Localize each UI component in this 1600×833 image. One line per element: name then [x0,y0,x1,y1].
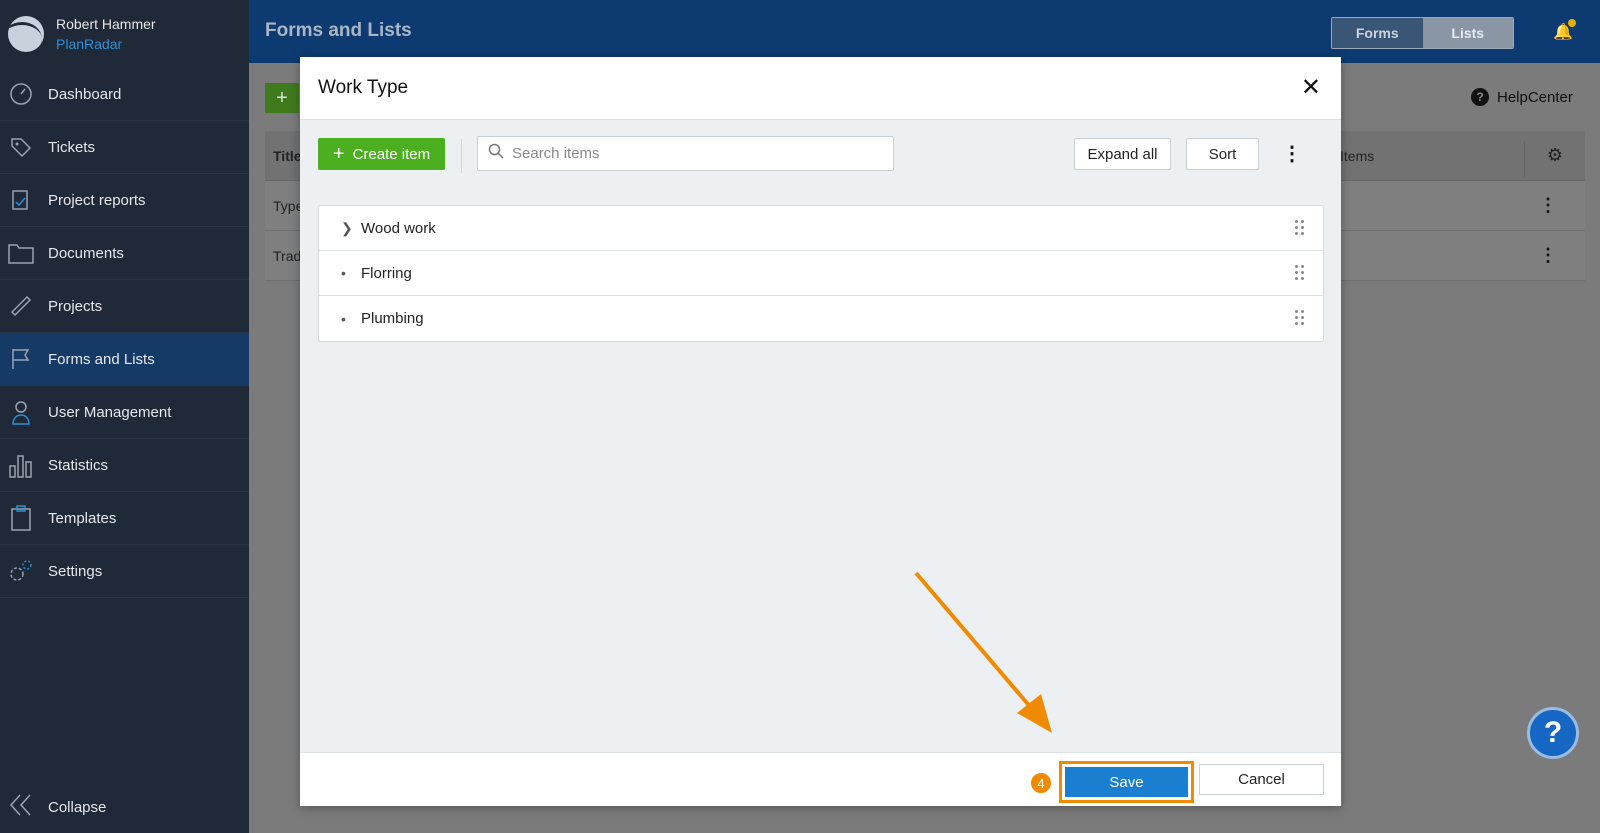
sidebar-item-label: Tickets [48,138,95,156]
sidebar-item-label: User Management [48,403,172,421]
item-label: Wood work [361,219,436,237]
bar-chart-icon [8,452,34,478]
sidebar-item-tickets[interactable]: Tickets [0,121,249,174]
drag-handle-icon[interactable] [1295,220,1305,236]
item-label: Plumbing [361,310,424,327]
create-item-button[interactable]: + Create item [318,138,445,170]
row-menu-icon[interactable]: ⋮ [1539,195,1557,216]
chevron-right-icon[interactable]: ❯ [341,220,361,237]
question-icon: ? [1471,88,1489,106]
bullet-icon: • [341,265,346,281]
item-label: Florring [361,264,412,282]
ticket-icon [8,134,34,160]
flag-icon [8,346,34,372]
close-icon[interactable]: ✕ [1301,73,1321,102]
sidebar-item-label: Settings [48,562,103,580]
top-bar: Forms and Lists Forms Lists 🔔 [249,0,1600,63]
notification-badge [1568,19,1576,27]
sidebar-item-forms-and-lists[interactable]: Forms and Lists [0,333,249,386]
sidebar-item-label: Forms and Lists [48,350,155,368]
sidebar-item-label: Documents [48,244,124,262]
gear-icon [8,558,34,584]
sidebar-item-statistics[interactable]: Statistics [0,439,249,492]
work-type-modal: Work Type ✕ + Create item Expand all Sor… [300,57,1341,806]
double-chevron-left-icon [8,793,34,821]
sidebar-item-label: Project reports [48,191,146,209]
page-title: Forms and Lists [265,20,412,41]
user-profile[interactable]: Robert Hammer PlanRadar [0,0,249,68]
collapse-button[interactable]: Collapse [8,793,106,821]
clipboard-icon [8,505,34,531]
tab-forms[interactable]: Forms [1332,18,1423,48]
column-items: Items [1340,148,1375,164]
help-fab-button[interactable]: ? [1527,707,1579,759]
planradar-logo [8,16,44,52]
search-input[interactable] [512,145,872,162]
sidebar: Robert Hammer PlanRadar Dashboard Ticket… [0,0,249,833]
tab-lists[interactable]: Lists [1422,18,1513,48]
drag-handle-icon[interactable] [1295,265,1305,281]
modal-title: Work Type [318,77,409,98]
modal-header: Work Type ✕ [300,57,1341,120]
expand-all-button[interactable]: Expand all [1074,138,1171,170]
folder-icon [8,240,34,266]
sidebar-item-projects[interactable]: Projects [0,280,249,333]
items-list: ❯ Wood work • Florring • Plumbing [318,205,1324,342]
sidebar-item-label: Projects [48,297,103,315]
row-title: Type [273,198,304,214]
user-name: Robert Hammer [56,16,156,32]
toolbar-divider [461,139,462,173]
help-center-label: HelpCenter [1497,88,1573,106]
add-button[interactable]: + [265,83,299,113]
company-name: PlanRadar [56,36,123,52]
modal-footer: 4 Save Cancel [300,752,1341,806]
sidebar-item-project-reports[interactable]: Project reports [0,174,249,227]
sidebar-item-settings[interactable]: Settings [0,545,249,598]
sort-button[interactable]: Sort [1186,138,1259,170]
cancel-button[interactable]: Cancel [1199,764,1324,795]
row-title: Trad [273,248,302,264]
list-item[interactable]: • Florring [319,251,1323,296]
table-settings-gear-icon[interactable]: ⚙ [1547,145,1563,166]
report-icon [8,187,34,213]
sidebar-item-user-management[interactable]: User Management [0,386,249,439]
sidebar-item-label: Templates [48,509,117,527]
search-icon [488,143,504,164]
sidebar-item-label: Dashboard [48,85,122,103]
create-item-label: Create item [352,145,431,163]
help-center-link[interactable]: ? HelpCenter [1471,88,1573,106]
forms-lists-toggle: Forms Lists [1331,17,1514,49]
drag-handle-icon[interactable] [1295,310,1305,326]
dashboard-icon [8,81,34,107]
column-title: Title [273,148,302,164]
user-icon [8,399,34,425]
bullet-icon: • [341,310,346,327]
sidebar-item-label: Statistics [48,456,109,474]
ruler-icon [8,293,34,319]
list-item[interactable]: ❯ Wood work [319,206,1323,251]
step-badge: 4 [1029,771,1053,795]
sidebar-item-documents[interactable]: Documents [0,227,249,280]
plus-icon: + [332,142,345,165]
list-item[interactable]: • Plumbing [319,296,1323,341]
save-highlight: Save [1059,761,1194,803]
modal-toolbar: + Create item Expand all Sort ⋮ [300,121,1341,191]
collapse-label: Collapse [48,798,107,816]
save-button[interactable]: Save [1065,767,1188,797]
sidebar-item-dashboard[interactable]: Dashboard [0,68,249,121]
sidebar-item-templates[interactable]: Templates [0,492,249,545]
column-divider [1524,141,1525,177]
more-options-icon[interactable]: ⋮ [1282,141,1302,166]
search-field[interactable] [477,136,894,171]
row-menu-icon[interactable]: ⋮ [1539,245,1557,266]
